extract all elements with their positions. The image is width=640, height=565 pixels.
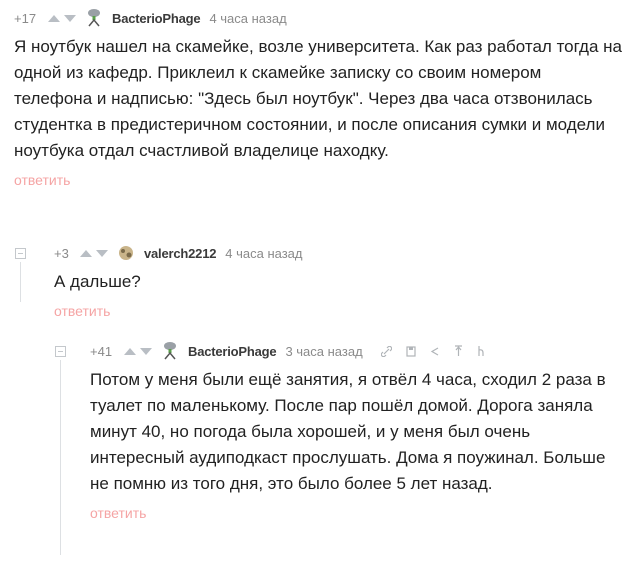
link-icon[interactable] (380, 345, 392, 357)
avatar[interactable] (118, 244, 134, 262)
comment-text: Потом у меня были ещё занятия, я отвёл 4… (90, 370, 606, 493)
comment-meta: +41 BacterioPhage 3 часа назад (90, 341, 630, 361)
downvote-icon[interactable] (96, 249, 108, 257)
comment-text: А дальше? (54, 272, 141, 291)
comment-1: +17 BacterioPhage 4 часа назад Я ноутбук… (14, 8, 626, 190)
avatar[interactable] (86, 9, 102, 27)
rating: +17 (14, 10, 37, 26)
comment-2: +3 valerch2212 4 часа назад А дальше? от… (54, 243, 624, 321)
comment-text: Я ноутбук нашел на скамейке, возле униве… (14, 37, 622, 160)
thread-line (60, 360, 61, 555)
timestamp[interactable]: 4 часа назад (225, 246, 302, 261)
author-name[interactable]: BacterioPhage (112, 11, 201, 26)
reply-button[interactable]: ответить (14, 172, 70, 188)
downvote-icon[interactable] (64, 14, 76, 22)
upvote-icon[interactable] (124, 347, 136, 355)
comment-meta: +3 valerch2212 4 часа назад (54, 243, 624, 263)
comment-actions (380, 345, 485, 357)
downvote-icon[interactable] (140, 347, 152, 355)
avatar[interactable] (162, 342, 178, 360)
upvote-icon[interactable] (80, 249, 92, 257)
timestamp[interactable]: 4 часа назад (209, 11, 286, 26)
collapse-toggle[interactable] (55, 346, 66, 357)
comment-meta: +17 BacterioPhage 4 часа назад (14, 8, 626, 28)
author-name[interactable]: valerch2212 (144, 246, 216, 261)
share-icon[interactable] (430, 346, 440, 357)
upvote-icon[interactable] (48, 14, 60, 22)
more-icon[interactable] (477, 345, 485, 357)
pin-icon[interactable] (454, 345, 463, 357)
author-name[interactable]: BacterioPhage (188, 344, 277, 359)
rating: +3 (54, 245, 69, 261)
collapse-toggle[interactable] (15, 248, 26, 259)
reply-button[interactable]: ответить (90, 505, 146, 521)
rating: +41 (90, 343, 113, 359)
thread-line (20, 262, 21, 302)
save-icon[interactable] (406, 345, 416, 357)
reply-button[interactable]: ответить (54, 303, 110, 319)
timestamp[interactable]: 3 часа назад (285, 344, 362, 359)
comment-3: +41 BacterioPhage 3 часа назад Потом у м… (90, 341, 630, 523)
